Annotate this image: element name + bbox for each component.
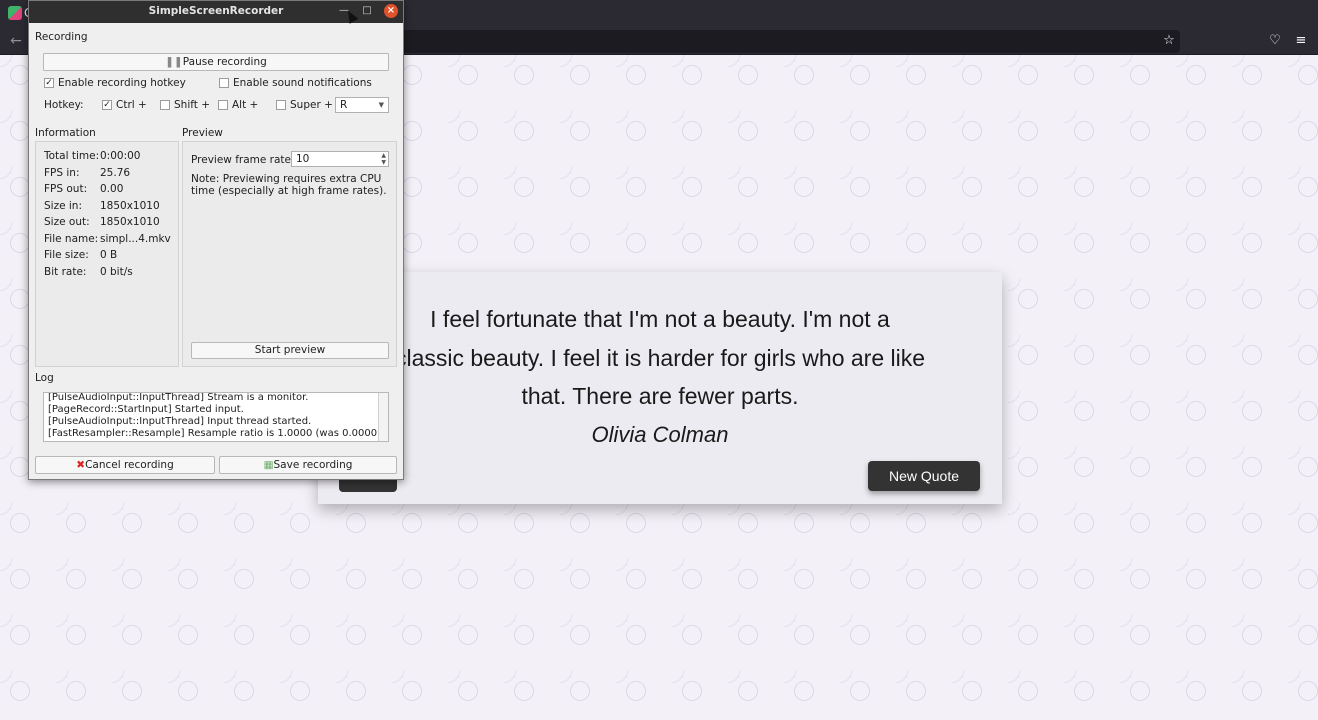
- hotkey-label: Hotkey:: [44, 99, 84, 111]
- quote-card: I feel fortunate that I'm not a beauty. …: [318, 272, 1002, 504]
- preview-section-label: Preview: [182, 127, 223, 139]
- back-arrow-icon[interactable]: ←: [6, 32, 26, 50]
- ssr-window: SimpleScreenRecorder — □ × Recording ❚❚P…: [28, 0, 404, 480]
- info-label: Bit rate:: [44, 265, 87, 278]
- cancel-icon: ✖: [76, 459, 86, 471]
- preview-note-line-1: Note: Previewing requires extra CPU: [191, 173, 382, 185]
- info-value: 1850x1010: [100, 199, 160, 212]
- save-icon: ▦: [263, 459, 274, 471]
- save-recording-button[interactable]: ▦Save recording: [219, 456, 397, 474]
- alt-checkbox[interactable]: [218, 100, 228, 110]
- hotkey-key-select[interactable]: R ▼: [335, 97, 389, 113]
- info-label: FPS out:: [44, 183, 88, 195]
- info-label: File size:: [44, 249, 89, 261]
- shift-label: Shift +: [174, 99, 211, 111]
- spin-arrows-icon: ▲ ▼: [381, 152, 386, 166]
- log-text-area[interactable]: [PulseAudioInput::InputThread] Stream is…: [43, 392, 389, 442]
- log-section-label: Log: [35, 372, 54, 384]
- quote-line-1: I feel fortunate that I'm not a beauty. …: [430, 306, 890, 332]
- info-value: 0 B: [100, 249, 118, 261]
- pocket-icon[interactable]: ♡: [1266, 32, 1284, 50]
- quote-line-3: that. There are fewer parts.: [521, 383, 799, 409]
- hotkey-key-value: R: [340, 99, 348, 111]
- info-value: 0 bit/s: [100, 265, 133, 278]
- info-value: 1850x1010: [100, 216, 160, 228]
- pause-icon: ❚❚: [165, 56, 183, 68]
- preview-panel: Preview frame rate: 10 ▲ ▼ Note: Previewi…: [182, 141, 397, 367]
- recording-section-label: Recording: [35, 31, 88, 43]
- star-icon[interactable]: ☆: [1160, 32, 1178, 50]
- sound-notifications-label: Enable sound notifications: [233, 77, 372, 89]
- ctrl-checkbox[interactable]: ✓: [102, 100, 112, 110]
- information-panel: Total time: 0:00:00 FPS in: 25.76 FPS ou…: [35, 141, 179, 367]
- url-bar[interactable]: ☆: [400, 30, 1180, 53]
- quote-line-2: classic beauty. I feel it is harder for …: [394, 344, 926, 371]
- new-quote-button[interactable]: New Quote: [868, 461, 980, 491]
- enable-hotkey-checkbox[interactable]: ✓: [44, 78, 54, 88]
- start-preview-button[interactable]: Start preview: [191, 342, 389, 359]
- log-line: [FastResampler::Resample] Resample ratio…: [48, 428, 385, 439]
- super-checkbox[interactable]: [276, 100, 286, 110]
- info-label: FPS in:: [44, 166, 80, 179]
- pause-recording-button[interactable]: ❚❚Pause recording: [43, 53, 389, 71]
- tab-favicon-icon: [8, 6, 22, 20]
- cancel-recording-label: Cancel recording: [85, 459, 174, 471]
- pause-recording-label: Pause recording: [182, 56, 267, 68]
- log-scrollbar[interactable]: [378, 393, 388, 441]
- alt-label: Alt +: [232, 99, 259, 111]
- quote-text: I feel fortunate that I'm not a beauty. …: [338, 300, 982, 416]
- quote-author: Olivia Colman: [591, 422, 729, 447]
- save-recording-label: Save recording: [273, 459, 353, 471]
- preview-frame-rate-label: Preview frame rate:: [191, 154, 295, 166]
- log-line: [PulseAudioInput::InputThread] Input thr…: [48, 416, 312, 427]
- log-line: [PageRecord::StartInput] Started input.: [48, 404, 244, 415]
- shift-checkbox[interactable]: [160, 100, 170, 110]
- super-label: Super +: [290, 99, 333, 111]
- maximize-icon[interactable]: □: [360, 4, 374, 18]
- info-value: 0:00:00: [100, 150, 141, 162]
- info-value: 25.76: [100, 166, 131, 179]
- info-value: simpl...4.mkv: [100, 232, 171, 245]
- info-label: File name:: [44, 232, 99, 245]
- info-value: 0.00: [100, 183, 124, 195]
- log-line: [PulseAudioInput::InputThread] Stream is…: [48, 392, 309, 403]
- enable-hotkey-label: Enable recording hotkey: [58, 77, 186, 89]
- preview-note-line-2: time (especially at high frame rates).: [191, 185, 387, 197]
- chevron-down-icon: ▼: [378, 101, 384, 109]
- preview-frame-rate-spinbox[interactable]: 10 ▲ ▼: [291, 151, 389, 167]
- preview-frame-rate-value: 10: [296, 153, 310, 165]
- information-section-label: Information: [35, 127, 96, 139]
- cancel-recording-button[interactable]: ✖Cancel recording: [35, 456, 215, 474]
- info-label: Size out:: [44, 216, 90, 228]
- info-label: Total time:: [44, 150, 100, 162]
- close-icon[interactable]: ×: [384, 4, 398, 18]
- ctrl-label: Ctrl +: [116, 99, 147, 111]
- menu-icon[interactable]: ≡: [1292, 32, 1310, 50]
- sound-notifications-checkbox[interactable]: [219, 78, 229, 88]
- info-label: Size in:: [44, 199, 83, 212]
